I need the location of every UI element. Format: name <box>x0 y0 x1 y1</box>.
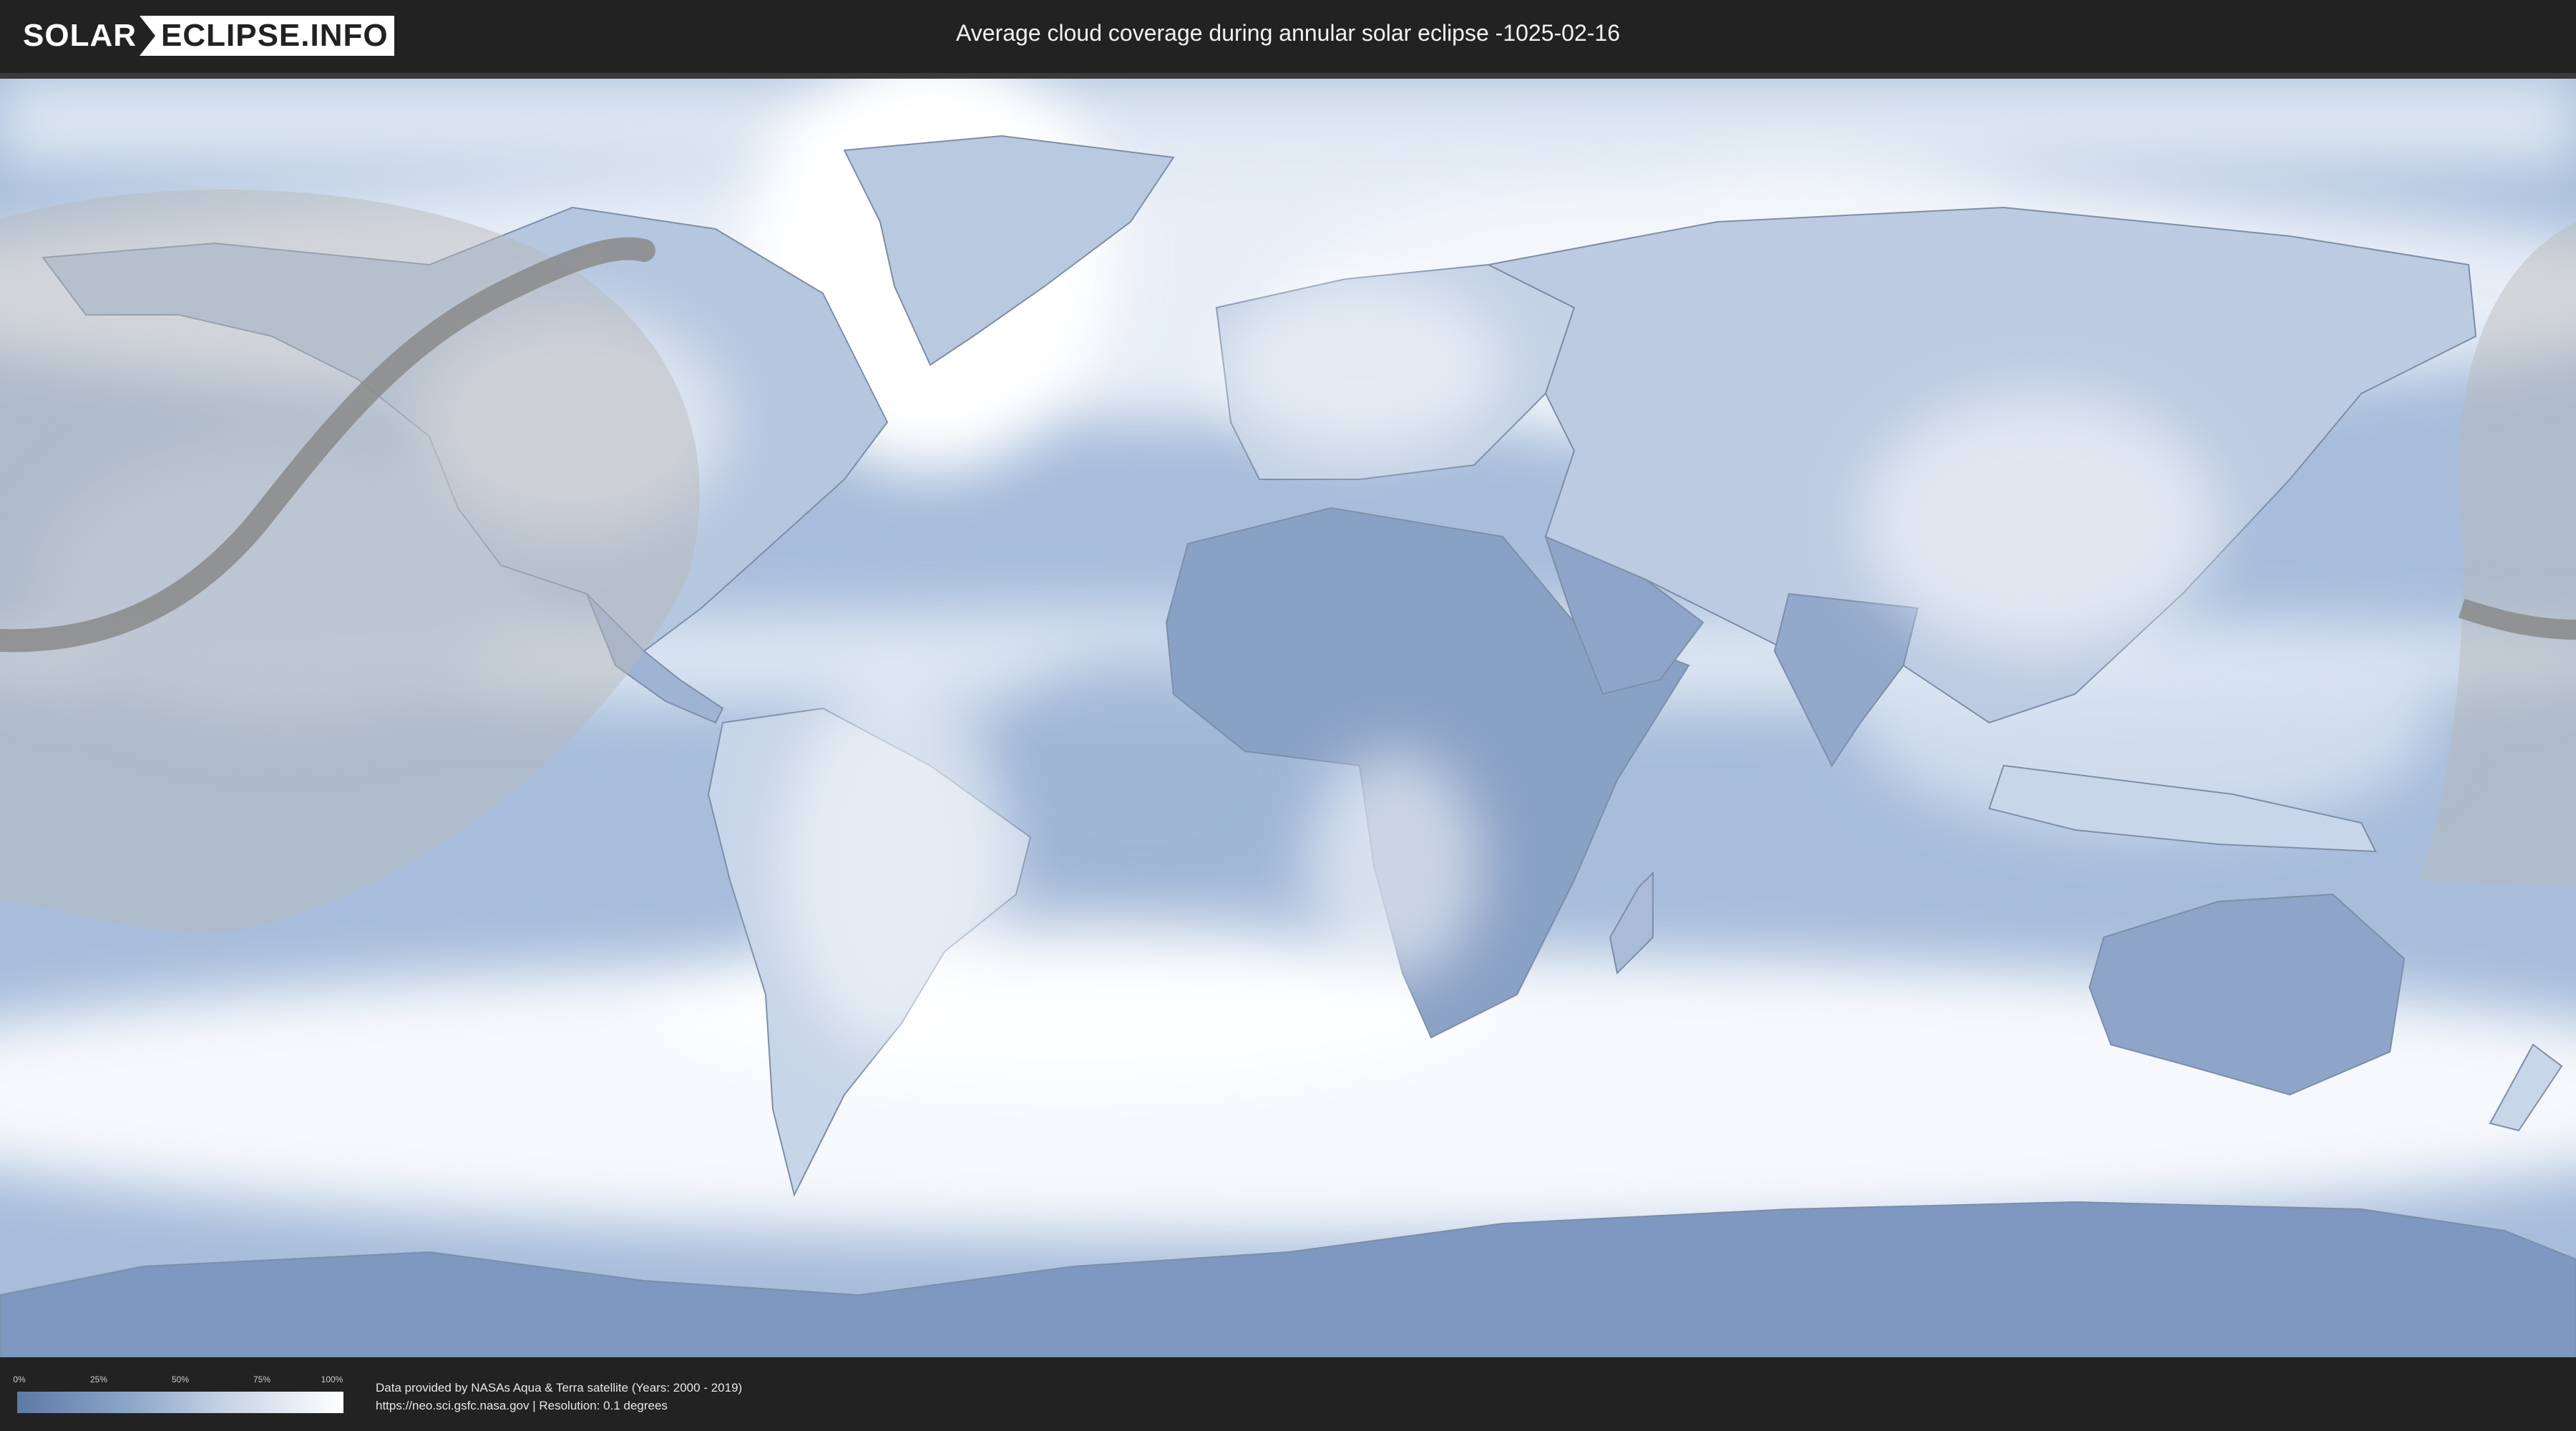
world-map <box>0 79 2576 1357</box>
credit-line-source: Data provided by NASAs Aqua & Terra sate… <box>376 1381 743 1395</box>
legend-tick-75: 75% <box>253 1374 271 1384</box>
cloud-coverage-legend: 0% 25% 50% 75% 100% <box>13 1374 343 1413</box>
page-title: Average cloud coverage during annular so… <box>956 20 1620 46</box>
legend-color-bar <box>17 1392 343 1413</box>
header-bar: SOLAR ECLIPSE.INFO Average cloud coverag… <box>0 0 2576 73</box>
legend-tick-0: 0% <box>13 1374 26 1384</box>
cloud-coverage-map <box>0 73 2576 1357</box>
data-credits: Data provided by NASAs Aqua & Terra sate… <box>376 1379 742 1415</box>
legend-ticks: 0% 25% 50% 75% 100% <box>13 1374 343 1389</box>
legend-tick-25: 25% <box>89 1374 108 1384</box>
legend-tick-50: 50% <box>171 1374 190 1384</box>
footer-bar: 0% 25% 50% 75% 100% Data provided by NAS… <box>0 1357 2576 1431</box>
legend-tick-100: 100% <box>321 1374 343 1384</box>
credit-line-url[interactable]: https://neo.sci.gsfc.nasa.gov | Resoluti… <box>376 1397 742 1415</box>
